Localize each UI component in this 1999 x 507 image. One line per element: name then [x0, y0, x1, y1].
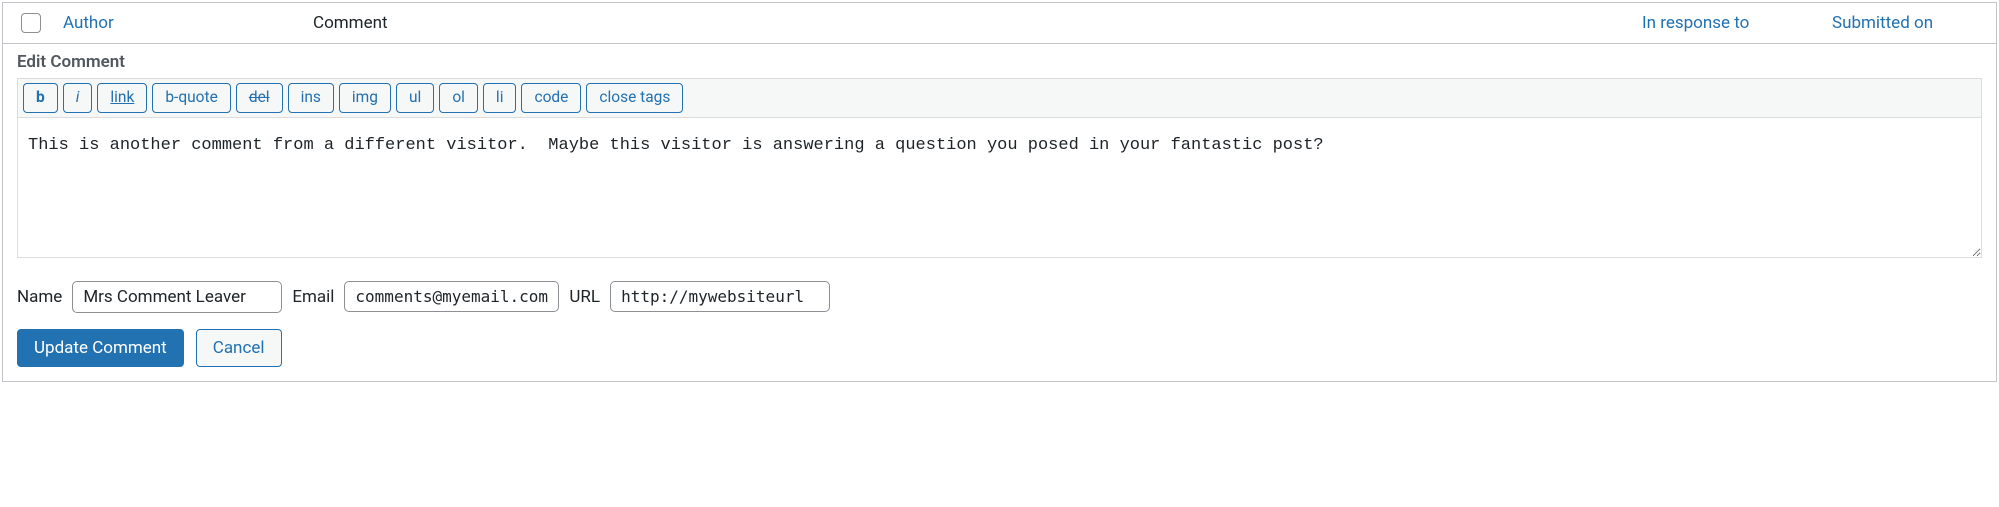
column-comment: Comment	[313, 13, 1642, 33]
name-label: Name	[17, 287, 62, 307]
toolbar-buttons: b i link b-quote del ins img ul ol li co…	[23, 83, 1976, 113]
column-in-response-to[interactable]: In response to	[1642, 13, 1832, 33]
toolbar-del-button[interactable]: del	[236, 83, 283, 113]
url-label: URL	[569, 287, 600, 307]
form-actions: Update Comment Cancel	[17, 329, 1982, 367]
email-input[interactable]	[344, 281, 559, 312]
comments-panel: Author Comment In response to Submitted …	[2, 2, 1997, 382]
quicktags-toolbar: b i link b-quote del ins img ul ol li co…	[17, 78, 1982, 118]
edit-comment-form: Edit Comment b i link b-quote del ins im…	[3, 44, 1996, 381]
toolbar-img-button[interactable]: img	[339, 83, 391, 113]
toolbar-italic-button[interactable]: i	[63, 83, 93, 113]
toolbar-bold-button[interactable]: b	[23, 83, 58, 113]
comment-content-textarea[interactable]	[17, 118, 1982, 258]
toolbar-blockquote-button[interactable]: b-quote	[152, 83, 230, 113]
url-input[interactable]	[610, 281, 830, 312]
toolbar-li-button[interactable]: li	[483, 83, 517, 113]
email-label: Email	[292, 287, 334, 307]
toolbar-code-button[interactable]: code	[521, 83, 581, 113]
name-input[interactable]	[72, 281, 282, 313]
update-comment-button[interactable]: Update Comment	[17, 329, 184, 367]
toolbar-link-button[interactable]: link	[97, 83, 147, 113]
column-author[interactable]: Author	[63, 13, 313, 33]
select-all-checkbox[interactable]	[21, 13, 41, 33]
toolbar-ins-button[interactable]: ins	[288, 83, 334, 113]
cancel-button[interactable]: Cancel	[196, 329, 282, 367]
author-fields: Name Email URL	[17, 281, 1982, 313]
column-submitted-on[interactable]: Submitted on	[1832, 13, 1982, 33]
edit-comment-title: Edit Comment	[17, 52, 1982, 72]
toolbar-ol-button[interactable]: ol	[439, 83, 478, 113]
toolbar-close-tags-button[interactable]: close tags	[586, 83, 683, 113]
toolbar-ul-button[interactable]: ul	[396, 83, 434, 113]
table-header: Author Comment In response to Submitted …	[3, 3, 1996, 44]
